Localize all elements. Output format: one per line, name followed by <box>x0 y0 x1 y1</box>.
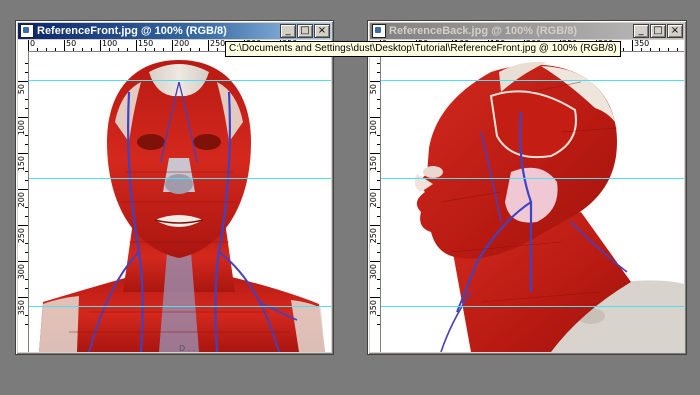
maximize-icon[interactable]: □ <box>297 24 313 38</box>
ruler-label: 150 <box>138 40 154 48</box>
guide-line[interactable] <box>381 178 684 179</box>
close-icon[interactable]: × <box>314 24 330 38</box>
guide-line[interactable] <box>381 80 684 81</box>
ruler-label: 200 <box>370 192 378 208</box>
ruler-label: 250 <box>210 40 226 48</box>
ruler-label: 350 <box>18 300 26 316</box>
close-icon[interactable]: × <box>667 24 683 38</box>
ruler-label: 200 <box>174 40 190 48</box>
front-vertical-ruler[interactable]: 50 100 150 200 250 300 350 <box>18 51 29 352</box>
ruler-label: 50 <box>66 40 77 48</box>
ruler-label: 50 <box>370 84 378 95</box>
caption-fragment: D . . . <box>179 344 200 352</box>
back-vertical-ruler[interactable]: 50 100 150 200 250 300 350 <box>370 51 381 352</box>
front-document-window[interactable]: ReferenceFront.jpg @ 100% (RGB/8) _ □ × … <box>15 20 334 355</box>
ruler-label: 300 <box>370 264 378 280</box>
guide-line[interactable] <box>381 306 684 307</box>
front-image-canvas[interactable]: D . . . <box>29 52 331 352</box>
ruler-label: 350 <box>370 300 378 316</box>
ruler-label: 300 <box>18 264 26 280</box>
minimize-icon[interactable]: _ <box>633 24 649 38</box>
front-title-bar[interactable]: ReferenceFront.jpg @ 100% (RGB/8) _ □ × <box>18 23 331 39</box>
front-window-title: ReferenceFront.jpg @ 100% (RGB/8) <box>37 25 227 37</box>
ruler-label: 100 <box>18 120 26 136</box>
guide-line[interactable] <box>29 178 331 179</box>
ruler-label: 250 <box>18 228 26 244</box>
guide-line[interactable] <box>29 306 331 307</box>
photoshop-doc-icon[interactable] <box>20 24 34 38</box>
ruler-label: 0 <box>30 40 36 48</box>
back-image-canvas[interactable] <box>381 52 684 352</box>
back-window-title: ReferenceBack.jpg @ 100% (RGB/8) <box>389 25 578 37</box>
ruler-label: 350 <box>634 40 650 48</box>
side-anatomy-image <box>414 61 684 352</box>
photoshop-doc-icon[interactable] <box>372 24 386 38</box>
ruler-label: 250 <box>370 228 378 244</box>
guide-line[interactable] <box>29 80 331 81</box>
file-path-tooltip: C:\Documents and Settings\dust\Desktop\T… <box>225 41 621 57</box>
ruler-label: 50 <box>18 84 26 95</box>
minimize-icon[interactable]: _ <box>280 24 296 38</box>
ruler-label: 200 <box>18 192 26 208</box>
maximize-icon[interactable]: □ <box>650 24 666 38</box>
back-title-bar[interactable]: ReferenceBack.jpg @ 100% (RGB/8) _ □ × <box>370 23 684 39</box>
back-document-window[interactable]: ReferenceBack.jpg @ 100% (RGB/8) _ □ × 0… <box>367 20 687 355</box>
front-anatomy-image: D . . . <box>39 60 325 352</box>
ruler-label: 100 <box>102 40 118 48</box>
ruler-label: 150 <box>370 156 378 172</box>
ruler-label: 100 <box>370 120 378 136</box>
ruler-label: 150 <box>18 156 26 172</box>
